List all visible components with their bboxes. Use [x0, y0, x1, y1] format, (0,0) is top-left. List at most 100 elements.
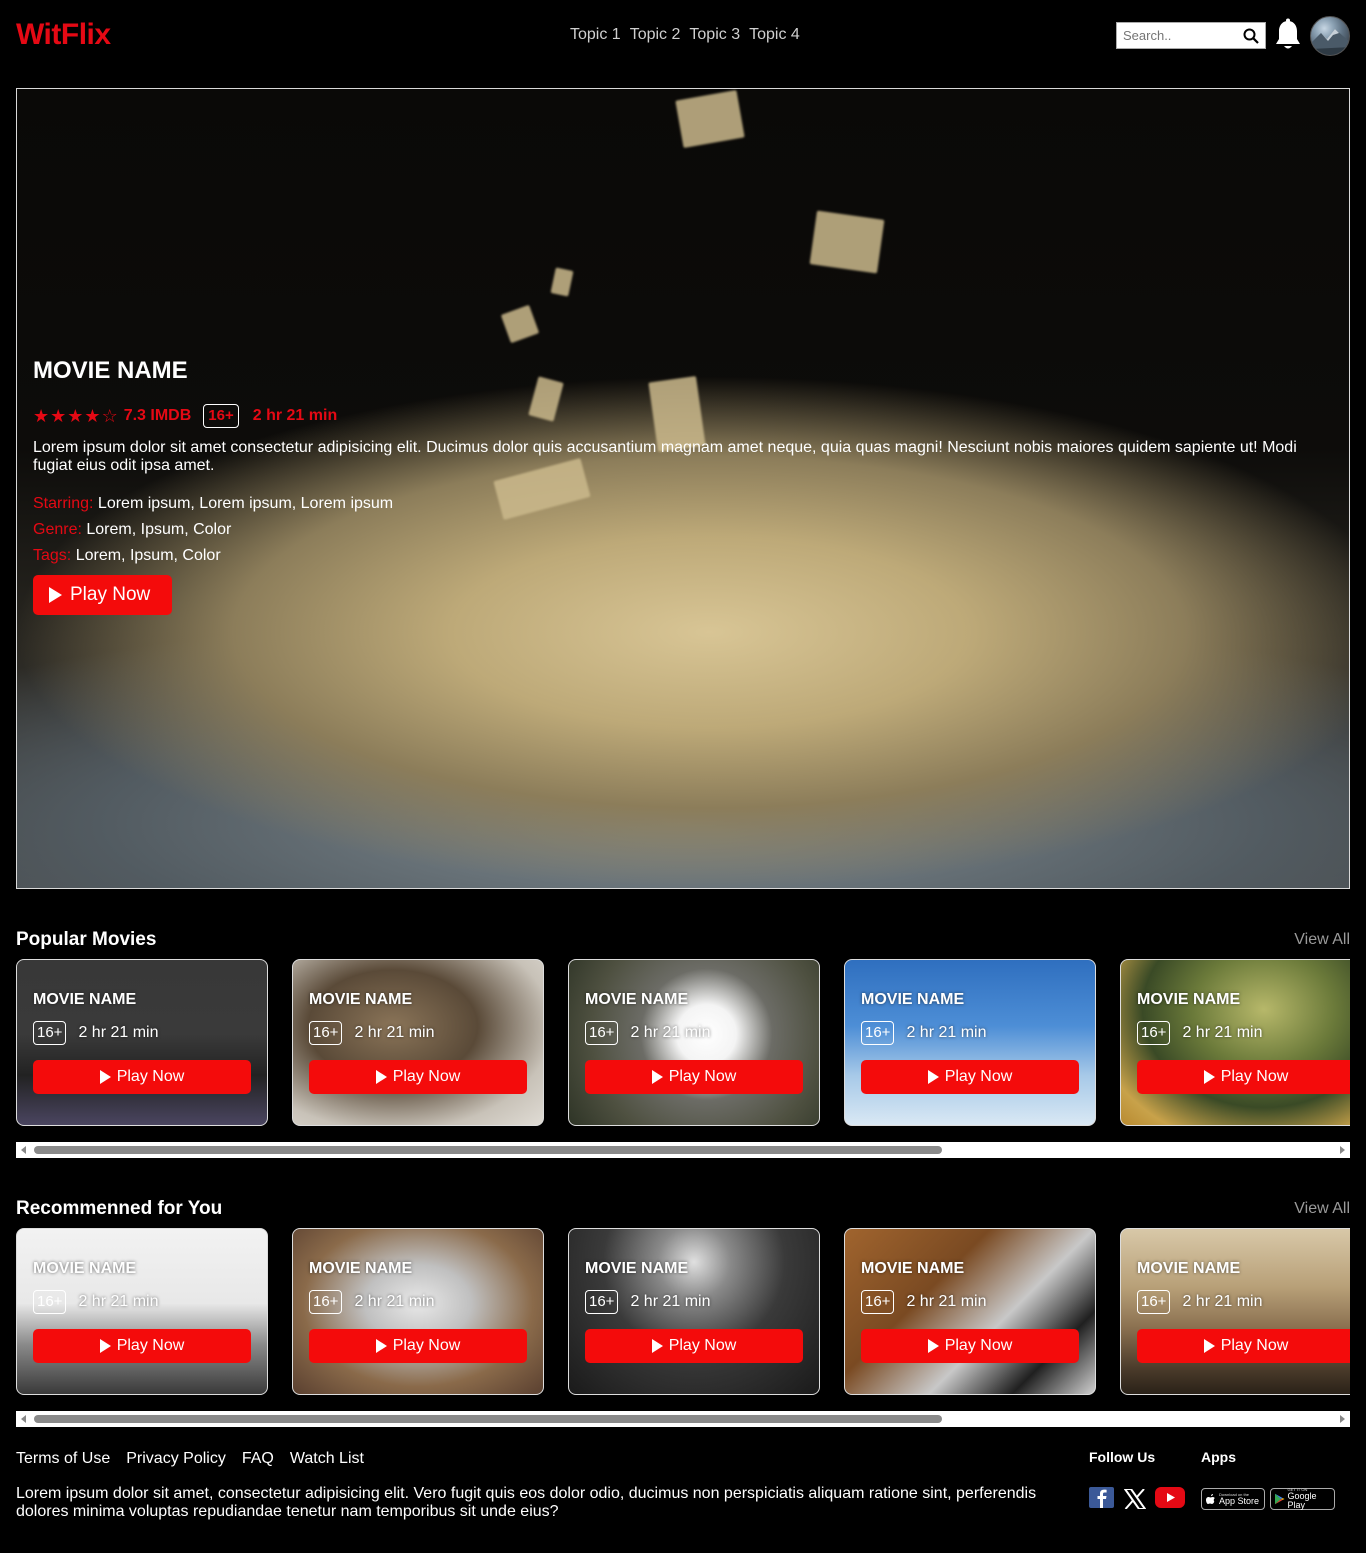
bell-icon[interactable]	[1274, 18, 1302, 52]
play-icon	[375, 1070, 387, 1084]
card-duration: 2 hr 21 min	[1182, 1024, 1263, 1041]
logo[interactable]: WitFlix	[16, 18, 111, 52]
card-title: MOVIE NAME	[585, 991, 689, 1008]
nav-topic-3[interactable]: Topic 3	[689, 26, 740, 44]
card-play-button[interactable]: Play Now	[33, 1060, 251, 1094]
recommended-scrollbar[interactable]	[16, 1411, 1350, 1427]
nav-topic-2[interactable]: Topic 2	[630, 26, 681, 44]
x-icon[interactable]	[1124, 1489, 1146, 1509]
imdb-rating: 7.3 IMDB	[123, 407, 192, 424]
google-play-icon	[1275, 1493, 1285, 1505]
scroll-right-icon[interactable]	[1340, 1415, 1345, 1423]
card-duration: 2 hr 21 min	[78, 1024, 159, 1041]
watch-list-link[interactable]: Watch List	[290, 1450, 364, 1468]
youtube-icon[interactable]	[1155, 1487, 1185, 1508]
age-badge: 16+	[203, 404, 239, 428]
tags-line: Tags: Lorem, Ipsum, Color	[33, 543, 1323, 569]
movie-card[interactable]: MOVIE NAME 16+ 2 hr 21 min Play Now	[292, 1228, 544, 1395]
card-duration: 2 hr 21 min	[906, 1024, 987, 1041]
card-play-button[interactable]: Play Now	[33, 1329, 251, 1363]
star-rating: ★ ★ ★ ★ ☆	[33, 407, 118, 425]
apps-title: Apps	[1201, 1449, 1236, 1465]
movie-card[interactable]: MOVIE NAME 16+ 2 hr 21 min Play Now	[1120, 959, 1350, 1126]
star-filled-icon: ★	[67, 406, 84, 426]
movie-card[interactable]: MOVIE NAME 16+ 2 hr 21 min Play Now	[16, 959, 268, 1126]
movie-card[interactable]: MOVIE NAME 16+ 2 hr 21 min Play Now	[292, 959, 544, 1126]
card-meta: 16+ 2 hr 21 min	[309, 1021, 435, 1045]
starring-label: Starring:	[33, 495, 94, 512]
popular-movies-row[interactable]: MOVIE NAME 16+ 2 hr 21 min Play Now MOVI…	[16, 959, 1350, 1127]
footer-links: Terms of Use Privacy Policy FAQ Watch Li…	[16, 1450, 364, 1468]
play-icon	[927, 1339, 939, 1353]
movie-card[interactable]: MOVIE NAME 16+ 2 hr 21 min Play Now	[844, 959, 1096, 1126]
follow-us-title: Follow Us	[1089, 1449, 1156, 1465]
hero-meta: ★ ★ ★ ★ ☆ 7.3 IMDB 16+ 2 hr 21 min	[33, 403, 1323, 429]
card-meta: 16+ 2 hr 21 min	[861, 1290, 987, 1314]
hero-play-label: Play Now	[70, 584, 151, 605]
card-title: MOVIE NAME	[33, 1260, 137, 1277]
card-duration: 2 hr 21 min	[630, 1024, 711, 1041]
card-meta: 16+ 2 hr 21 min	[309, 1290, 435, 1314]
card-duration: 2 hr 21 min	[906, 1293, 987, 1310]
scroll-left-icon[interactable]	[21, 1146, 26, 1154]
popular-scrollbar[interactable]	[16, 1142, 1350, 1158]
card-play-button[interactable]: Play Now	[585, 1329, 803, 1363]
movie-card[interactable]: MOVIE NAME 16+ 2 hr 21 min Play Now	[844, 1228, 1096, 1395]
facebook-icon[interactable]	[1089, 1487, 1114, 1508]
card-meta: 16+ 2 hr 21 min	[33, 1021, 159, 1045]
card-meta: 16+ 2 hr 21 min	[585, 1021, 711, 1045]
search-input[interactable]	[1117, 23, 1233, 48]
header: WitFlix Topic 1 Topic 2 Topic 3 Topic 4	[0, 0, 1366, 72]
google-play-badge[interactable]: GET IT ON Google Play	[1270, 1488, 1335, 1510]
faq-link[interactable]: FAQ	[242, 1450, 274, 1468]
play-icon	[927, 1070, 939, 1084]
genre-label: Genre:	[33, 521, 82, 538]
card-duration: 2 hr 21 min	[1182, 1293, 1263, 1310]
age-badge: 16+	[861, 1290, 895, 1314]
card-title: MOVIE NAME	[585, 1260, 689, 1277]
privacy-link[interactable]: Privacy Policy	[126, 1450, 226, 1468]
avatar[interactable]	[1310, 16, 1350, 56]
card-play-button[interactable]: Play Now	[861, 1060, 1079, 1094]
tags-label: Tags:	[33, 547, 72, 564]
terms-link[interactable]: Terms of Use	[16, 1450, 110, 1468]
movie-card[interactable]: MOVIE NAME 16+ 2 hr 21 min Play Now	[568, 1228, 820, 1395]
card-play-button[interactable]: Play Now	[861, 1329, 1079, 1363]
age-badge: 16+	[1137, 1021, 1171, 1045]
card-play-button[interactable]: Play Now	[309, 1060, 527, 1094]
hero-banner: MOVIE NAME ★ ★ ★ ★ ☆ 7.3 IMDB 16+ 2 hr 2…	[16, 88, 1350, 889]
starring-line: Starring: Lorem ipsum, Lorem ipsum, Lore…	[33, 491, 1323, 517]
card-play-button[interactable]: Play Now	[1137, 1060, 1350, 1094]
nav-topic-4[interactable]: Topic 4	[749, 26, 800, 44]
card-play-button[interactable]: Play Now	[309, 1329, 527, 1363]
age-badge: 16+	[1137, 1290, 1171, 1314]
footer-description: Lorem ipsum dolor sit amet, consectetur …	[16, 1485, 1037, 1520]
movie-card[interactable]: MOVIE NAME 16+ 2 hr 21 min Play Now	[568, 959, 820, 1126]
card-duration: 2 hr 21 min	[354, 1293, 435, 1310]
search-icon[interactable]	[1243, 28, 1259, 44]
scroll-right-icon[interactable]	[1340, 1146, 1345, 1154]
app-store-badge[interactable]: Download on the App Store	[1201, 1488, 1265, 1510]
genre-line: Genre: Lorem, Ipsum, Color	[33, 517, 1323, 543]
age-badge: 16+	[585, 1021, 619, 1045]
card-play-button[interactable]: Play Now	[1137, 1329, 1350, 1363]
starring-value: Lorem ipsum, Lorem ipsum, Lorem ipsum	[97, 495, 394, 512]
recommended-row[interactable]: MOVIE NAME 16+ 2 hr 21 min Play Now MOVI…	[16, 1228, 1350, 1396]
card-title: MOVIE NAME	[33, 991, 137, 1008]
card-title: MOVIE NAME	[309, 991, 413, 1008]
hero-play-button[interactable]: Play Now	[33, 575, 173, 615]
play-icon	[651, 1339, 663, 1353]
movie-card[interactable]: MOVIE NAME 16+ 2 hr 21 min Play Now	[16, 1228, 268, 1395]
recommended-view-all-link[interactable]: View All	[1294, 1200, 1350, 1218]
movie-card[interactable]: MOVIE NAME 16+ 2 hr 21 min Play Now	[1120, 1228, 1350, 1395]
popular-view-all-link[interactable]: View All	[1294, 931, 1350, 949]
scrollbar-thumb[interactable]	[34, 1415, 942, 1423]
card-play-label: Play Now	[392, 1337, 461, 1354]
hero-duration: 2 hr 21 min	[252, 407, 338, 424]
scroll-left-icon[interactable]	[21, 1415, 26, 1423]
scrollbar-thumb[interactable]	[34, 1146, 942, 1154]
card-play-button[interactable]: Play Now	[585, 1060, 803, 1094]
hero-content: MOVIE NAME ★ ★ ★ ★ ☆ 7.3 IMDB 16+ 2 hr 2…	[33, 357, 1323, 615]
age-badge: 16+	[33, 1021, 67, 1045]
nav-topic-1[interactable]: Topic 1	[570, 26, 621, 44]
